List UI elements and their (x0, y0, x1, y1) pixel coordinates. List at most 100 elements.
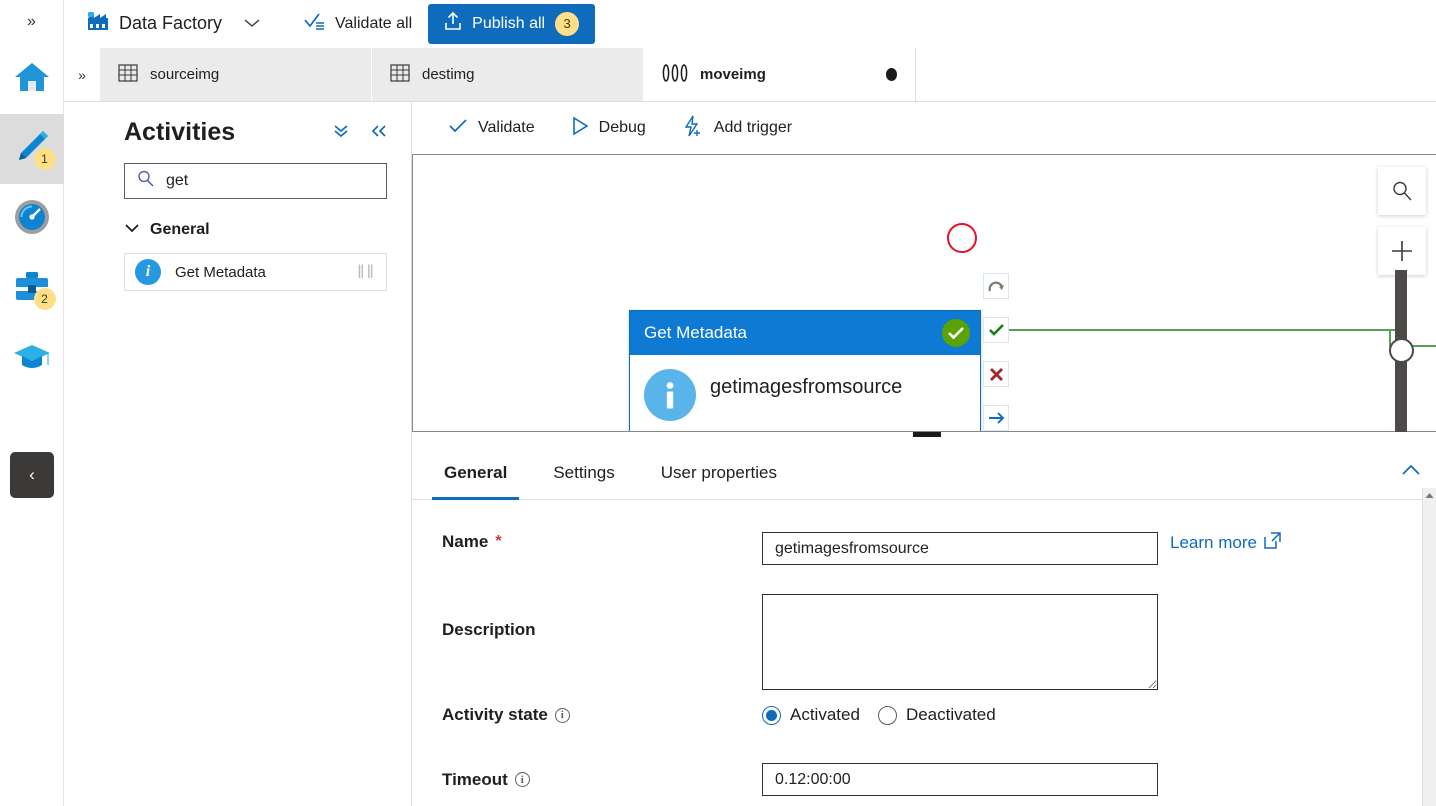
publish-all-button[interactable]: Publish all 3 (428, 3, 596, 44)
canvas-toolbar: Validate Debug Add trigger (412, 102, 1436, 154)
properties-tab-strip: General Settings User properties (412, 446, 1436, 500)
doc-tab-label: moveimg (700, 66, 766, 83)
chevron-double-left-icon[interactable] (369, 123, 389, 143)
info-circle-icon (644, 369, 696, 421)
info-outline-icon[interactable]: i (514, 772, 530, 787)
doc-tab-moveimg[interactable]: moveimg (644, 48, 916, 101)
field-row-description: Description (442, 594, 1158, 690)
rail-item-learning-center[interactable] (0, 324, 64, 394)
port-on-success[interactable] (983, 317, 1009, 343)
activity-group-label: General (150, 221, 210, 238)
activities-panel-header: Activities (100, 102, 411, 147)
timeout-input[interactable] (762, 763, 1158, 796)
doc-tab-label: sourceimg (150, 66, 220, 83)
gauge-icon (13, 198, 51, 241)
canvas-scrollbar-handle[interactable] (1389, 338, 1414, 363)
activity-card-header: Get Metadata (630, 311, 980, 355)
doc-tabs-overflow-button[interactable]: » (64, 48, 100, 101)
chevron-down-icon[interactable] (244, 16, 260, 31)
checkmark-icon (448, 118, 468, 139)
lightning-plus-icon (682, 115, 704, 142)
activity-card-get-metadata[interactable]: Get Metadata getimagesfromsource (629, 310, 981, 431)
learn-more-label: Learn more (1170, 533, 1257, 552)
rail-badge-author: 1 (33, 148, 56, 170)
rail-item-author[interactable]: 1 (0, 114, 64, 184)
chevron-up-icon[interactable] (1400, 463, 1422, 482)
activities-panel: Activities get General i Get Metadata ‖‖ (100, 102, 412, 806)
activity-group-general[interactable]: General (124, 221, 387, 239)
port-on-completion[interactable] (983, 273, 1009, 299)
validate-label: Validate (478, 119, 535, 136)
port-skip-output[interactable] (947, 223, 977, 253)
tab-general[interactable]: General (432, 446, 520, 500)
chevron-double-down-icon[interactable] (331, 123, 351, 143)
activities-title: Activities (124, 118, 236, 146)
document-tab-strip: » sourceimg destimg moveimg (64, 48, 1436, 102)
name-label: Name * (442, 532, 762, 552)
doc-tab-sourceimg[interactable]: sourceimg (100, 48, 372, 101)
learn-more-link[interactable]: Learn more (1170, 532, 1281, 554)
activity-item-label: Get Metadata (175, 263, 266, 281)
info-circle-icon: i (135, 259, 161, 285)
tab-general-label: General (444, 462, 508, 482)
debug-button[interactable]: Debug (553, 108, 664, 148)
radio-deactivated[interactable]: Deactivated (877, 705, 996, 725)
canvas-zoom-in-button[interactable] (1378, 227, 1426, 275)
validate-all-button[interactable]: Validate all (304, 11, 412, 36)
description-textarea[interactable] (762, 594, 1158, 690)
panel-resize-handle[interactable] (913, 432, 941, 437)
doc-tab-label: destimg (422, 66, 475, 83)
unsaved-changes-dot (886, 68, 897, 81)
rail-item-home[interactable] (0, 44, 64, 114)
validate-all-label: Validate all (335, 14, 413, 32)
drag-handle-icon[interactable]: ‖‖ (357, 262, 376, 283)
activities-search-box[interactable] (124, 163, 387, 199)
description-label: Description (442, 620, 536, 639)
add-trigger-button[interactable]: Add trigger (664, 108, 810, 148)
tab-user-properties[interactable]: User properties (649, 446, 789, 500)
tab-settings[interactable]: Settings (541, 446, 626, 500)
port-on-failure[interactable] (983, 361, 1009, 387)
activity-item-get-metadata[interactable]: i Get Metadata ‖‖ (124, 253, 387, 291)
brand-label: Data Factory (119, 13, 223, 33)
radio-deactivated-dot (877, 705, 897, 725)
debug-label: Debug (598, 119, 646, 136)
activity-state-label: Activity state i (442, 705, 762, 725)
publish-all-label: Publish all (472, 14, 546, 32)
brand-data-factory[interactable]: Data Factory (86, 10, 222, 37)
info-outline-icon[interactable]: i (554, 707, 570, 723)
validate-all-icon (304, 11, 326, 36)
properties-vertical-scrollbar[interactable] (1422, 488, 1436, 806)
canvas-zoom-to-fit-button[interactable] (1378, 167, 1426, 215)
pipeline-canvas-zone: Validate Debug Add trigger Get Metadata … (412, 102, 1436, 432)
top-command-bar: Data Factory Validate all Publish all 3 (64, 0, 1436, 48)
name-label-text: Name (442, 532, 489, 551)
scroll-up-arrow-icon[interactable] (1424, 490, 1434, 500)
activity-state-label-text: Activity state (442, 705, 548, 724)
rail-expand-button[interactable]: » (0, 0, 64, 44)
activities-search-input[interactable] (164, 171, 374, 191)
port-on-skip[interactable] (983, 405, 1009, 431)
radio-deactivated-label: Deactivated (905, 705, 996, 724)
timeout-label: Timeout i (442, 770, 762, 790)
name-input[interactable] (762, 532, 1158, 565)
play-triangle-icon (571, 116, 589, 141)
properties-form: Name * Learn more Des (412, 500, 1422, 806)
pipeline-canvas[interactable]: Get Metadata getimagesfromsource (412, 154, 1436, 432)
radio-activated-dot (762, 705, 781, 725)
left-navigation-rail: » 1 2 ‹ (0, 0, 64, 806)
rail-collapse-button[interactable]: ‹ (10, 452, 54, 498)
green-check-badge-icon (942, 319, 970, 347)
doc-tab-destimg[interactable]: destimg (372, 48, 644, 101)
field-row-activity-state: Activity state i Activated Deactivated (442, 705, 996, 725)
activity-card-body: getimagesfromsource (630, 355, 980, 421)
rail-item-manage[interactable]: 2 (0, 254, 64, 324)
radio-activated[interactable]: Activated (762, 705, 860, 725)
activity-card-title: Get Metadata (644, 323, 748, 342)
rail-item-monitor[interactable] (0, 184, 64, 254)
validate-button[interactable]: Validate (430, 108, 553, 148)
field-row-timeout: Timeout i (442, 763, 1158, 796)
required-asterisk: * (495, 533, 502, 550)
publish-count-badge: 3 (555, 11, 580, 36)
tab-settings-label: Settings (553, 462, 615, 482)
